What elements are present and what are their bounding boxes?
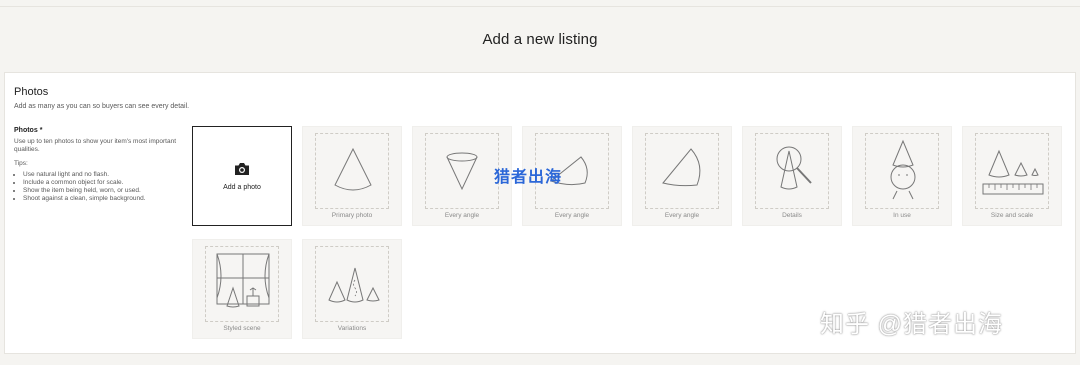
photo-slot-details[interactable]: Details: [742, 126, 842, 226]
photos-section-subtitle: Add as many as you can so buyers can see…: [14, 103, 190, 110]
slot-caption: Every angle: [444, 212, 480, 219]
tips-list: Use natural light and no flash. Include …: [14, 171, 184, 203]
add-photo-label: Add a photo: [223, 183, 261, 191]
photo-slot-primary[interactable]: Primary photo: [302, 126, 402, 226]
watermark-bottom-right: 知乎 @猎者出海: [820, 311, 1004, 338]
photos-field-label: Photos *: [14, 127, 184, 135]
photo-slot-in-use[interactable]: In use: [852, 126, 952, 226]
photo-slot-size-and-scale[interactable]: Size and scale: [962, 126, 1062, 226]
photo-slot-variations[interactable]: Variations: [302, 239, 402, 339]
add-photo-button[interactable]: Add a photo: [192, 126, 292, 226]
tips-heading: Tips:: [14, 160, 28, 167]
slot-caption: Every angle: [664, 212, 700, 219]
page-header: Add a new listing: [0, 7, 1080, 71]
slot-caption: Every angle: [554, 212, 590, 219]
camera-icon: [235, 162, 249, 175]
slot-caption: Styled scene: [223, 325, 261, 332]
tip-item: Shoot against a clean, simple background…: [23, 195, 184, 203]
tip-item: Include a common object for scale.: [23, 179, 184, 187]
watermark-center: 猎者出海: [494, 169, 563, 186]
slot-caption: Details: [782, 212, 802, 219]
photos-guidance: Photos * Use up to ten photos to show yo…: [14, 127, 184, 203]
photos-description: Use up to ten photos to show your item's…: [14, 138, 177, 153]
photos-section-title: Photos: [14, 86, 49, 98]
slot-caption: Primary photo: [331, 212, 373, 219]
photo-slot-every-angle-3[interactable]: Every angle: [632, 126, 732, 226]
slot-caption: In use: [893, 212, 911, 219]
tip-item: Use natural light and no flash.: [23, 171, 184, 179]
slot-caption: Variations: [337, 325, 367, 332]
tip-item: Show the item being held, worn, or used.: [23, 187, 184, 195]
page-title: Add a new listing: [482, 30, 598, 48]
photos-label-text: Photos: [14, 127, 38, 134]
required-mark: *: [39, 127, 43, 134]
slot-caption: Size and scale: [990, 212, 1034, 219]
photo-slot-styled-scene[interactable]: Styled scene: [192, 239, 292, 339]
